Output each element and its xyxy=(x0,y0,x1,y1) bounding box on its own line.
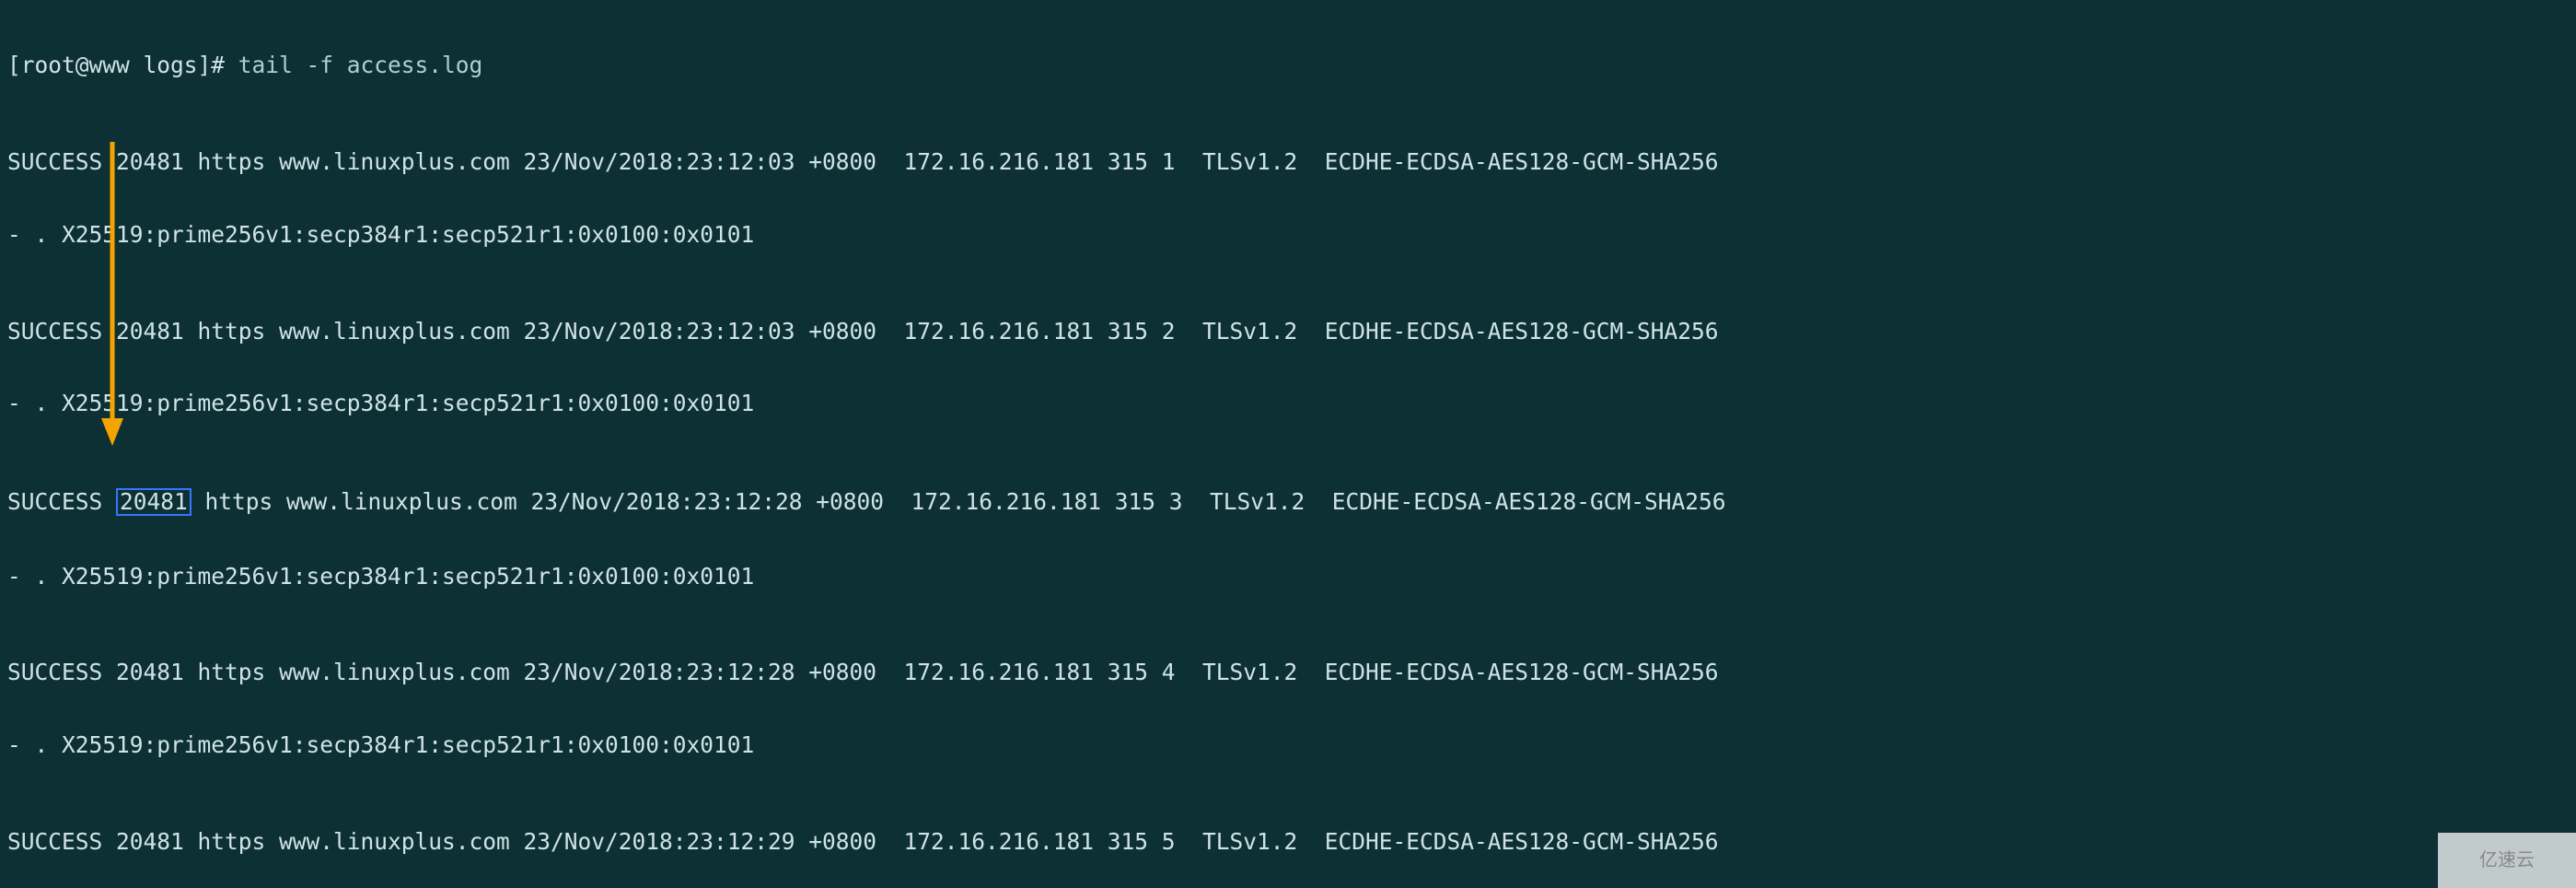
log-line: - . X25519:prime256v1:secp384r1:secp521r… xyxy=(7,223,2569,247)
log-line: SUCCESS 20481 https www.linuxplus.com 23… xyxy=(7,150,2569,174)
log-line-highlighted: SUCCESS 20481 https www.linuxplus.com 23… xyxy=(7,488,2569,516)
log-line: SUCCESS 20481 https www.linuxplus.com 23… xyxy=(7,320,2569,344)
log-prefix: SUCCESS xyxy=(7,488,116,515)
log-line: - . X25519:prime256v1:secp384r1:secp521r… xyxy=(7,733,2569,757)
terminal[interactable]: [root@www logs]# tail -f access.log SUCC… xyxy=(0,0,2576,888)
log-line: SUCCESS 20481 https www.linuxplus.com 23… xyxy=(7,660,2569,684)
shell-prompt: [root@www logs]# xyxy=(7,52,238,78)
log-line: - . X25519:prime256v1:secp384r1:secp521r… xyxy=(7,565,2569,589)
log-line: SUCCESS 20481 https www.linuxplus.com 23… xyxy=(7,830,2569,854)
prompt-line-1: [root@www logs]# tail -f access.log xyxy=(7,53,2569,77)
pid-blue-box: 20481 xyxy=(116,488,191,516)
watermark-text: 亿速云 xyxy=(2479,850,2535,870)
log-line: - . X25519:prime256v1:secp384r1:secp521r… xyxy=(7,391,2569,415)
log-suffix: https www.linuxplus.com 23/Nov/2018:23:1… xyxy=(191,488,1726,515)
watermark: 亿速云 xyxy=(2438,833,2576,888)
command-tail: tail -f access.log xyxy=(238,52,483,78)
